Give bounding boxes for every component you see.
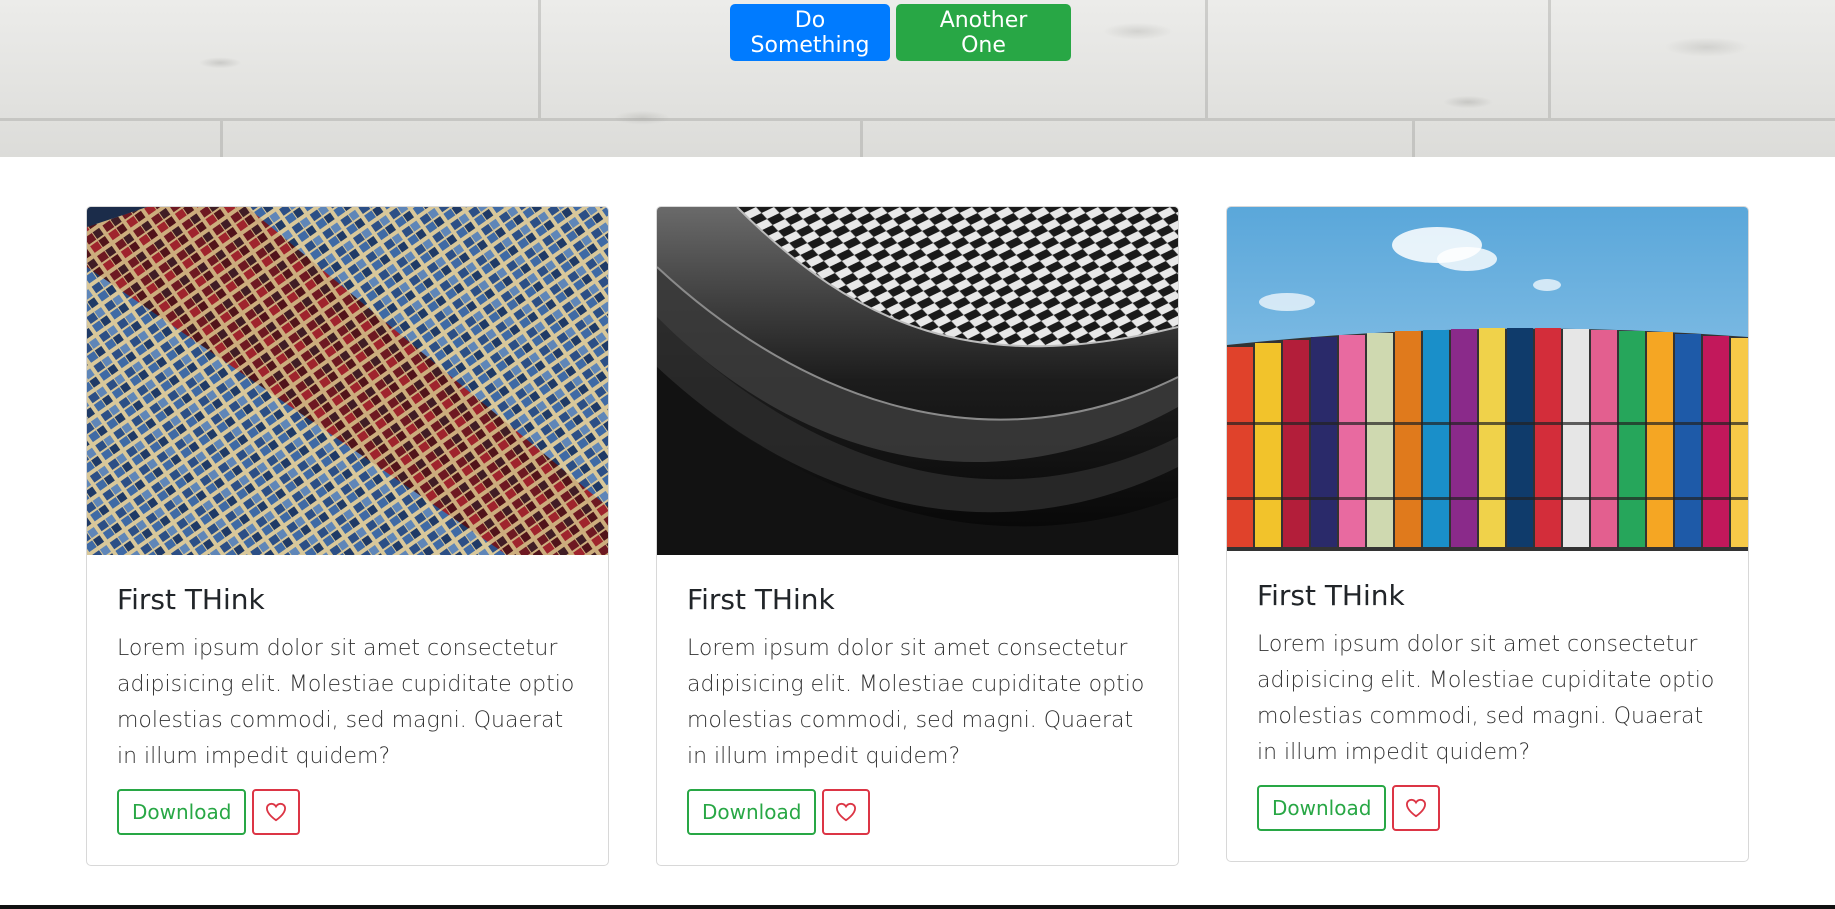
card-title: First THink <box>687 583 835 616</box>
card-title: First THink <box>1257 579 1405 612</box>
brick-mortar-line <box>1205 0 1208 118</box>
heart-icon <box>266 802 287 821</box>
another-one-button[interactable]: Another One <box>896 4 1071 61</box>
card-actions: Download <box>117 788 578 835</box>
card-text: Lorem ipsum dolor sit amet consectetur a… <box>687 635 1145 769</box>
heart-icon <box>836 802 857 821</box>
card-body: First THink Lorem ipsum dolor sit amet c… <box>657 555 1178 865</box>
card-actions: Download <box>687 788 1148 835</box>
card-actions: Download <box>1257 784 1718 831</box>
album-card: First THink Lorem ipsum dolor sit amet c… <box>656 206 1179 866</box>
card-body: First THink Lorem ipsum dolor sit amet c… <box>87 555 608 865</box>
black-white-architecture-photo <box>657 207 1178 555</box>
brick-mortar-line <box>538 0 541 118</box>
brick-mortar-line <box>1412 121 1415 157</box>
album-card: First THink Lorem ipsum dolor sit amet c… <box>1226 206 1749 862</box>
download-button[interactable]: Download <box>117 788 247 835</box>
download-button[interactable]: Download <box>687 788 817 835</box>
download-button[interactable]: Download <box>1257 784 1387 831</box>
colored-panels <box>1227 328 1748 547</box>
card-text: Lorem ipsum dolor sit amet consectetur a… <box>117 635 575 769</box>
brick-mortar-line <box>220 121 223 157</box>
brick-mortar-line <box>0 118 1835 121</box>
album-card: First THink Lorem ipsum dolor sit amet c… <box>86 206 609 866</box>
favorite-button[interactable] <box>822 788 871 835</box>
heart-icon <box>1406 798 1427 817</box>
hero-button-group: Do Something Another One <box>730 4 1071 61</box>
card-title: First THink <box>117 583 265 616</box>
colorful-building-photo <box>1227 207 1748 551</box>
brick-mortar-line <box>1548 0 1551 118</box>
card-body: First THink Lorem ipsum dolor sit amet c… <box>1227 551 1748 861</box>
do-something-button[interactable]: Do Something <box>730 4 890 61</box>
hero-banner: Do Something Another One <box>0 0 1835 157</box>
favorite-button[interactable] <box>252 788 301 835</box>
brick-mortar-line <box>860 121 863 157</box>
glass-building-facade-photo <box>87 207 608 555</box>
favorite-button[interactable] <box>1392 784 1441 831</box>
bottom-edge <box>0 905 1835 909</box>
card-text: Lorem ipsum dolor sit amet consectetur a… <box>1257 631 1715 765</box>
